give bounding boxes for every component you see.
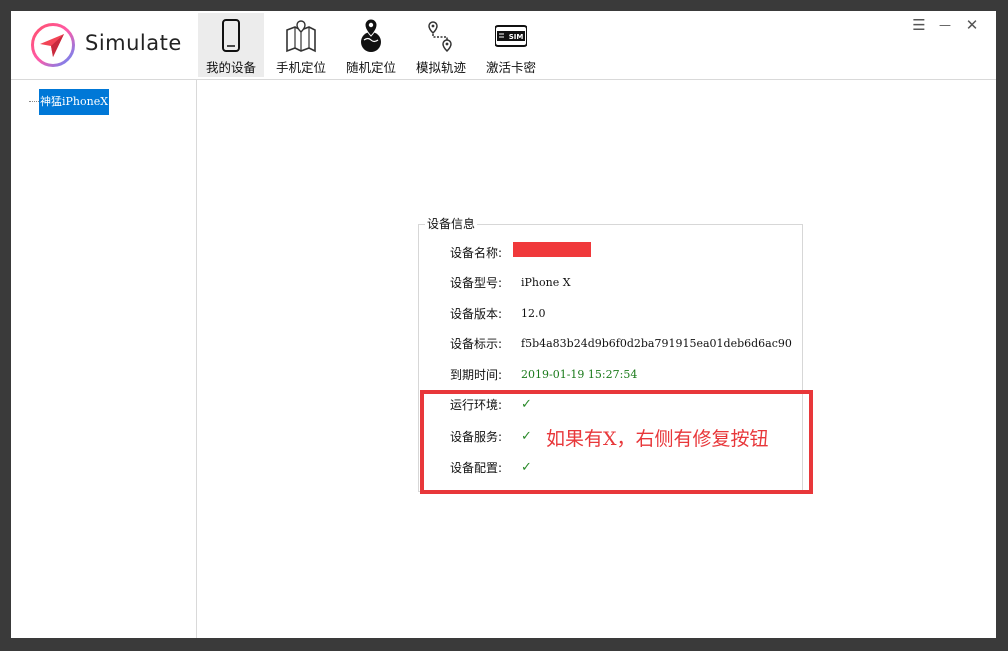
tab-label: 我的设备 (205, 60, 256, 75)
app-name: Simulate (85, 31, 182, 55)
device-model-row: 设备型号: iPhone X (419, 273, 799, 293)
device-version-label: 设备版本: (450, 307, 503, 321)
app-window: Simulate 我的设备 手机定位 随机定位 模拟轨迹 SIM 激活卡密 ☰ … (11, 11, 996, 638)
phone-icon (222, 19, 240, 52)
expiry-label: 到期时间: (450, 368, 503, 382)
tab-random-location[interactable]: 随机定位 (338, 13, 404, 77)
minimize-icon[interactable]: — (935, 15, 955, 35)
redaction-bar (513, 242, 591, 257)
device-tree-item[interactable]: 神猛iPhoneX (39, 89, 110, 115)
device-version-value: 12.0 (521, 307, 546, 320)
device-model-label: 设备型号: (450, 276, 503, 290)
device-name-row: 设备名称: (419, 243, 799, 263)
close-icon[interactable]: ✕ (962, 15, 982, 35)
tab-label: 手机定位 (275, 60, 326, 75)
map-icon (286, 20, 316, 53)
tab-label: 随机定位 (345, 60, 396, 75)
tab-simulate-route[interactable]: 模拟轨迹 (408, 13, 474, 77)
annotation-text: 如果有X，右侧有修复按钮 (546, 428, 769, 450)
expiry-value: 2019-01-19 15:27:54 (521, 368, 638, 381)
title-bar: Simulate 我的设备 手机定位 随机定位 模拟轨迹 SIM 激活卡密 ☰ … (11, 11, 996, 80)
device-tree: 神猛iPhoneX (11, 80, 197, 638)
device-udid-value: f5b4a83b24d9b6f0d2ba791915ea01deb6d6ac90 (521, 337, 792, 350)
device-model-value: iPhone X (521, 276, 571, 289)
device-info-title: 设备信息 (425, 216, 478, 232)
device-version-row: 设备版本: 12.0 (419, 304, 799, 324)
tab-label: 模拟轨迹 (415, 60, 466, 75)
menu-icon[interactable]: ☰ (909, 15, 929, 35)
tab-label: 激活卡密 (485, 60, 536, 75)
globe-pin-icon (361, 18, 381, 52)
tab-phone-location[interactable]: 手机定位 (268, 13, 334, 77)
sim-card-icon: SIM (495, 25, 527, 47)
route-icon (428, 21, 452, 53)
device-name-label: 设备名称: (450, 246, 503, 260)
device-udid-label: 设备标示: (450, 337, 503, 351)
app-logo-icon (31, 23, 75, 67)
svg-text:SIM: SIM (509, 33, 524, 41)
expiry-row: 到期时间: 2019-01-19 15:27:54 (419, 365, 799, 385)
tree-connector (29, 101, 39, 102)
tab-my-device[interactable]: 我的设备 (198, 13, 264, 77)
device-udid-row: 设备标示: f5b4a83b24d9b6f0d2ba791915ea01deb6… (419, 334, 799, 354)
tab-activate-card[interactable]: SIM 激活卡密 (478, 13, 544, 77)
